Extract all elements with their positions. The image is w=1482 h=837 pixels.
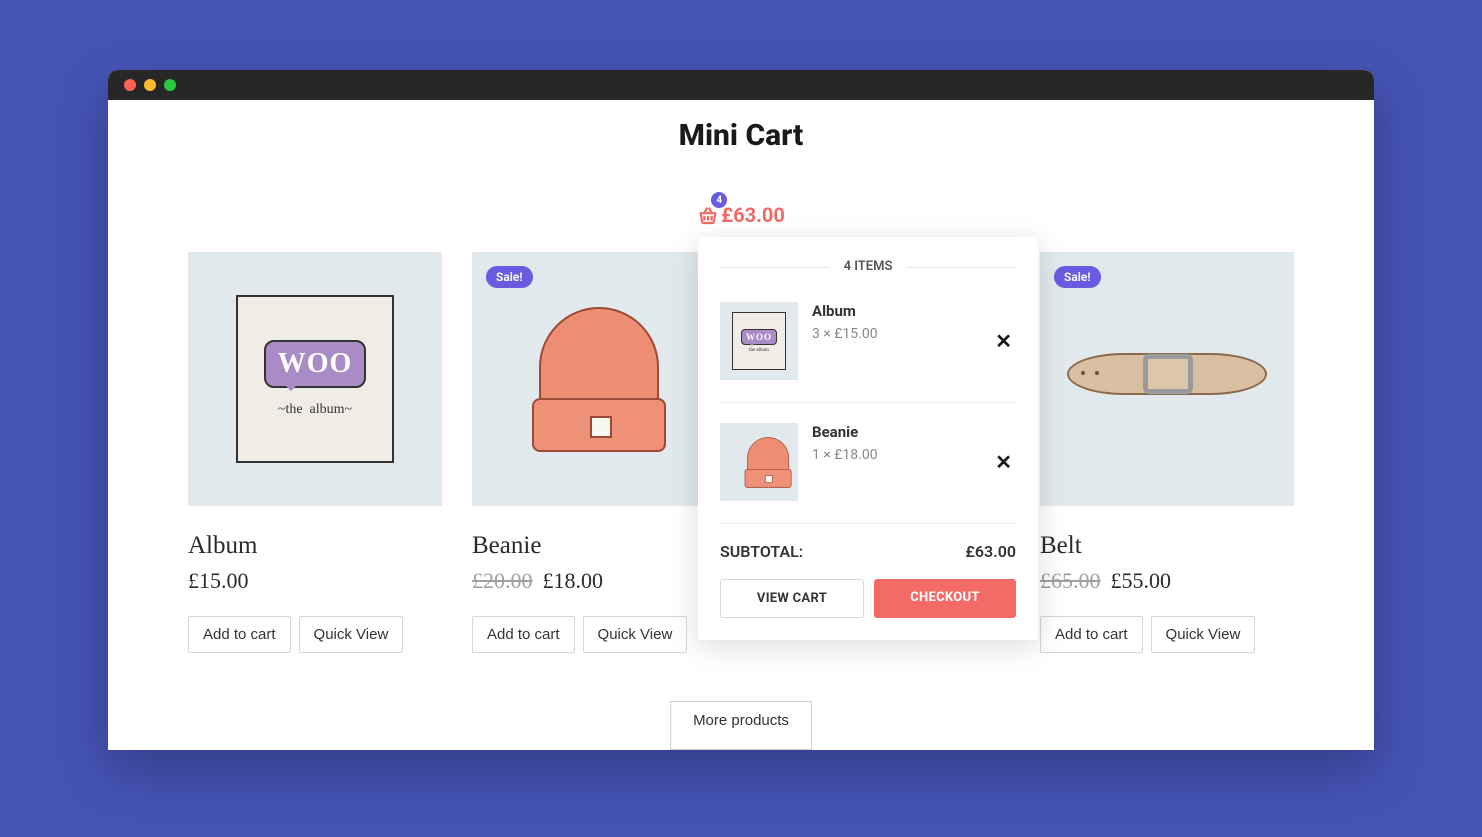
mini-cart-trigger[interactable]: 4 £63.00 xyxy=(188,203,1294,227)
product-price: £20.00£18.00 xyxy=(472,568,726,594)
product-image[interactable]: Sale! xyxy=(472,252,726,506)
beanie-illustration xyxy=(745,437,772,488)
mini-cart-item-qty: 1 × £18.00 xyxy=(812,447,977,463)
sale-badge: Sale! xyxy=(486,266,533,288)
mini-cart-subtotal: SUBTOTAL: £63.00 xyxy=(720,542,1016,561)
more-products-button[interactable]: More products xyxy=(670,701,812,750)
mini-cart-header: 4 ITEMS xyxy=(720,259,1016,274)
close-icon: ✕ xyxy=(995,450,1012,474)
product-title: Beanie xyxy=(472,532,726,560)
quick-view-button[interactable]: Quick View xyxy=(299,616,404,653)
mini-cart-thumb[interactable] xyxy=(720,423,798,501)
product-title: Belt xyxy=(1040,532,1294,560)
remove-item-button[interactable]: ✕ xyxy=(991,450,1016,474)
product-card: WOO ~the album~ Album £15.00 Add to cart… xyxy=(188,252,442,653)
subtotal-label: SUBTOTAL: xyxy=(720,542,803,561)
add-to-cart-button[interactable]: Add to cart xyxy=(1040,616,1143,653)
mini-cart-dropdown: 4 ITEMS WOO the album Album 3 × £15.00 ✕ xyxy=(698,237,1038,640)
mini-cart-item: Beanie 1 × £18.00 ✕ xyxy=(720,413,1016,524)
album-illustration: WOO ~the album~ xyxy=(236,295,394,463)
product-image[interactable]: WOO ~the album~ xyxy=(188,252,442,506)
minimize-window-button[interactable] xyxy=(144,79,156,91)
close-window-button[interactable] xyxy=(124,79,136,91)
quick-view-button[interactable]: Quick View xyxy=(583,616,688,653)
product-image[interactable]: Sale! xyxy=(1040,252,1294,506)
page-title: Mini Cart xyxy=(188,118,1294,153)
product-title: Album xyxy=(188,532,442,560)
browser-window: Mini Cart 4 £63.00 WOO ~the album~ xyxy=(108,70,1374,750)
window-titlebar xyxy=(108,70,1374,100)
mini-cart-thumb[interactable]: WOO the album xyxy=(720,302,798,380)
checkout-button[interactable]: CHECKOUT xyxy=(874,579,1016,618)
product-price: £15.00 xyxy=(188,568,442,594)
basket-icon: 4 xyxy=(697,204,719,226)
page-content: Mini Cart 4 £63.00 WOO ~the album~ xyxy=(108,100,1374,750)
product-price: £65.00£55.00 xyxy=(1040,568,1294,594)
view-cart-button[interactable]: VIEW CART xyxy=(720,579,864,618)
maximize-window-button[interactable] xyxy=(164,79,176,91)
mini-cart-item: WOO the album Album 3 × £15.00 ✕ xyxy=(720,292,1016,403)
add-to-cart-button[interactable]: Add to cart xyxy=(472,616,575,653)
belt-illustration xyxy=(1067,339,1267,419)
cart-total: £63.00 xyxy=(721,203,785,227)
mini-cart-item-name: Album xyxy=(812,302,977,320)
product-card: Sale! Beanie £20.00£18.00 Add to cart Qu… xyxy=(472,252,726,653)
product-card: Sale! Belt £65.00£55.00 Add to cart Quic… xyxy=(1040,252,1294,653)
mini-cart-item-qty: 3 × £15.00 xyxy=(812,326,977,342)
sale-badge: Sale! xyxy=(1054,266,1101,288)
add-to-cart-button[interactable]: Add to cart xyxy=(188,616,291,653)
beanie-illustration xyxy=(534,307,664,452)
mini-cart-item-name: Beanie xyxy=(812,423,977,441)
album-illustration: WOO the album xyxy=(732,312,786,370)
remove-item-button[interactable]: ✕ xyxy=(991,329,1016,353)
subtotal-value: £63.00 xyxy=(965,542,1016,561)
quick-view-button[interactable]: Quick View xyxy=(1151,616,1256,653)
close-icon: ✕ xyxy=(995,329,1012,353)
